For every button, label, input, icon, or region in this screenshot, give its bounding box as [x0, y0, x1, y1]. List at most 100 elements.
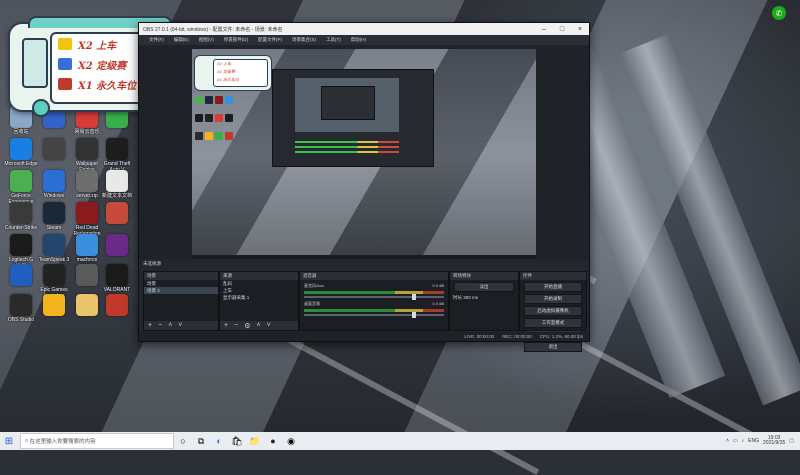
- desktop-icon[interactable]: [100, 234, 134, 258]
- obs-window[interactable]: OBS 27.0.1 (64-bit, windows) - 配置文件: 未命名…: [138, 22, 590, 352]
- notification-icon[interactable]: ▢: [789, 438, 794, 444]
- task-view-icon[interactable]: ⧉: [192, 432, 210, 450]
- source-item[interactable]: 上车: [220, 287, 298, 294]
- dock-header: 未选择源: [139, 259, 161, 269]
- desktop-icon[interactable]: OBS Studio: [4, 294, 38, 324]
- minimize-icon[interactable]: –: [535, 26, 553, 33]
- desktop-icon[interactable]: Steam: [37, 202, 71, 232]
- virtual-camera-button[interactable]: 启动虚拟摄像机: [524, 306, 582, 316]
- gear-icon[interactable]: ⚙: [244, 322, 250, 330]
- live-status: LIVE: 00:00:00: [464, 334, 495, 339]
- mixer-track: 麦克风/Aux 0.0 dB: [304, 283, 444, 300]
- preview-bus-row: X2 上车: [217, 61, 232, 66]
- desktop-icon-label: OBS Studio: [7, 317, 35, 323]
- add-icon[interactable]: +: [148, 322, 152, 329]
- cpu-status: CPU: 1.2%, 60.00 fps: [539, 334, 583, 339]
- remove-icon[interactable]: −: [158, 322, 162, 329]
- desktop-icon[interactable]: VALORANT: [100, 264, 134, 294]
- source-item[interactable]: 乱码: [220, 280, 298, 287]
- menu-help[interactable]: 帮助(H): [351, 37, 366, 43]
- desktop-icon[interactable]: TeamSpeak 3: [37, 234, 71, 264]
- desktop-icon-label: macforce: [76, 257, 98, 263]
- desktop-icon[interactable]: Windows: [37, 170, 71, 200]
- menu-profile[interactable]: 配置文件(P): [258, 37, 282, 43]
- store-icon[interactable]: 🛍: [228, 432, 246, 450]
- desktop-icon[interactable]: 新建文本文档: [100, 170, 134, 200]
- wechat-icon[interactable]: ✆: [772, 6, 786, 20]
- desktop-icon-label: VALORANT: [103, 287, 131, 293]
- volume-slider[interactable]: [304, 312, 444, 318]
- volume-slider[interactable]: [304, 294, 444, 300]
- taskbar-search-input[interactable]: ⌕ 在这里输入你要搜索的内容: [20, 433, 174, 449]
- desktop-icon[interactable]: macforce: [70, 234, 104, 264]
- studio-mode-button[interactable]: 工作室模式: [524, 318, 582, 328]
- app-icon: [10, 294, 32, 316]
- desktop-icon-label: 回收站: [13, 129, 29, 135]
- bus-window: [22, 38, 48, 88]
- desktop-icon[interactable]: Counter-Strike: [4, 202, 38, 232]
- desktop-icon[interactable]: [4, 264, 38, 288]
- start-streaming-button[interactable]: 开始直播: [524, 282, 582, 292]
- remove-icon[interactable]: −: [234, 322, 238, 329]
- sources-title: 来源: [220, 272, 298, 280]
- desktop-icon[interactable]: [70, 264, 104, 288]
- menu-tools[interactable]: 工具(T): [326, 37, 341, 43]
- app-icon: [10, 170, 32, 192]
- add-icon[interactable]: +: [224, 322, 228, 329]
- down-icon[interactable]: ˅: [267, 322, 271, 329]
- desktop-icon[interactable]: [37, 294, 71, 318]
- exit-button[interactable]: 退出: [524, 342, 582, 352]
- up-icon[interactable]: ˄: [168, 322, 172, 329]
- app-icon: [76, 264, 98, 286]
- desktop-icon-label: Steam: [46, 225, 62, 231]
- source-item[interactable]: 显示器采集 1: [220, 294, 298, 301]
- no-source-label: 未选择源: [143, 261, 161, 266]
- transition-type-select[interactable]: 淡出: [454, 282, 514, 292]
- desktop-icon[interactable]: GeForce Experience: [4, 170, 38, 205]
- maximize-icon[interactable]: □: [553, 26, 571, 33]
- menu-edit[interactable]: 编辑(E): [174, 37, 189, 43]
- menu-docks[interactable]: 停靠部件(D): [224, 37, 248, 43]
- app-icon: [106, 294, 128, 316]
- app-icon: [76, 234, 98, 256]
- desktop-icon[interactable]: server.zip: [70, 170, 104, 200]
- start-recording-button[interactable]: 开始录制: [524, 294, 582, 304]
- scene-item[interactable]: 场景: [144, 280, 218, 287]
- menu-scene-collection[interactable]: 场景集合(S): [292, 37, 316, 43]
- track-level: 0.0 dB: [432, 301, 444, 306]
- level-meter: [304, 309, 444, 312]
- language-indicator[interactable]: ENG: [748, 438, 759, 444]
- close-icon[interactable]: ×: [571, 26, 589, 33]
- network-icon[interactable]: ▭: [733, 438, 738, 444]
- obs-icon[interactable]: ◉: [282, 432, 300, 450]
- mixer-title: 混音器: [300, 272, 448, 280]
- scene-item[interactable]: 场景 2: [144, 287, 218, 294]
- app-icon: [10, 234, 32, 256]
- chevron-up-icon[interactable]: ˄: [726, 438, 729, 444]
- obs-preview[interactable]: X2 上车 X2 定级赛 X1 永久车位: [192, 49, 536, 261]
- desktop-icon[interactable]: [70, 294, 104, 318]
- desktop-icon[interactable]: Red Dead Redemption: [70, 202, 104, 237]
- menu-view[interactable]: 视图(V): [199, 37, 214, 43]
- duration-input[interactable]: 300 ms: [463, 295, 478, 300]
- desktop-icon[interactable]: [100, 202, 134, 226]
- obs-titlebar[interactable]: OBS 27.0.1 (64-bit, windows) - 配置文件: 未命名…: [139, 23, 589, 35]
- clock[interactable]: 19:03 2021/9/25: [763, 435, 785, 447]
- cortana-icon[interactable]: ○: [174, 432, 192, 450]
- desktop-icon[interactable]: Microsoft Edge: [4, 138, 38, 168]
- desktop-icon[interactable]: [100, 294, 134, 318]
- steam-icon[interactable]: ●: [264, 432, 282, 450]
- volume-icon[interactable]: ♪: [742, 438, 745, 444]
- app-icon: [10, 138, 32, 160]
- edge-icon[interactable]: ◐: [210, 432, 228, 450]
- folder-icon[interactable]: 📁: [246, 432, 264, 450]
- up-icon[interactable]: ˄: [256, 322, 260, 329]
- windows-start-icon[interactable]: ⊞: [0, 432, 18, 450]
- desktop-icon[interactable]: [37, 138, 71, 162]
- desktop-icon[interactable]: Grand Theft Auto V: [100, 138, 134, 173]
- mixer-panel: 混音器 麦克风/Aux 0.0 dB 桌面音频 0.0 dB: [299, 271, 449, 331]
- down-icon[interactable]: ˅: [178, 322, 182, 329]
- desktop-icon[interactable]: Wallpaper Engine: [70, 138, 104, 173]
- obs-status-bar: LIVE: 00:00:00 REC: 00:00:00 CPU: 1.2%, …: [139, 332, 589, 341]
- menu-file[interactable]: 文件(F): [149, 37, 164, 43]
